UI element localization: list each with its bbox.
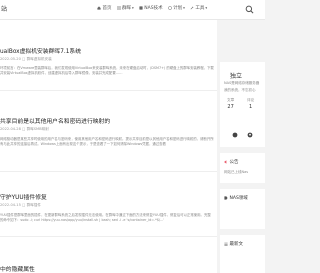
tools-icon [190,6,194,10]
tag-icon [224,196,228,200]
post-card: 中的隐藏属性 [0,237,217,273]
main-nav: 首页 群晖 ▾ NAS技术 计划 ▾ 工具 ▾ [97,5,212,11]
grid-icon [116,6,121,10]
nas-icon [139,6,143,10]
latest-title-text: 最新文 [229,242,244,247]
post-excerpt: YUU插件是群晖里面的插件，在更新群晖系统之后发现插件无法使用。在群晖中通过下面… [0,213,211,223]
post-title[interactable]: 中的隐藏属性 [0,264,35,273]
post-title[interactable]: 共享目前是以其他用户名和密码进行映射的 [0,116,110,125]
notice-title-text: 公告 [229,160,239,165]
latest-card: 最新文 [220,235,265,273]
profile-desc: NAS是网络存储服务器 [224,81,260,85]
nav-item-nas[interactable]: NAS技术 [139,5,163,11]
post-meta: 2022-04-28 □ 群晖SMB映射 [0,127,49,131]
nav-item-label: 计划 [173,6,183,11]
nav-item-synology[interactable]: 群晖 ▾ [116,5,134,11]
nav-item-label: 首页 [102,6,112,11]
post-excerpt: 环境前言：在Vmware里装群晖后，我们发现使用VirtualBox来安装群晖系… [0,66,214,76]
latest-title: 最新文 [224,241,243,247]
qq-icon[interactable] [232,132,238,138]
github-icon[interactable] [247,132,253,138]
tags-card: NAS领域 [220,189,265,229]
post-card: 共享目前是以其他用户名和密码进行映射的 2022-04-28 □ 群晖SMB映射… [0,91,217,171]
top-navbar: 站 首页 群晖 ▾ NAS技术 计划 ▾ 工具 ▾ [0,0,265,20]
site-logo[interactable]: 站 [1,4,7,13]
profile-card: 独立 NAS是网络存储服务器 我的系统，不忘初心 文章 27 评论 1 [220,62,265,147]
post-title[interactable]: 守护YUU插件修复 [0,192,47,201]
chevron-down-icon: ▾ [132,6,134,10]
profile-desc: 我的系统，不忘初心 [224,88,256,92]
chevron-down-icon: ▾ [205,6,208,10]
notice-title: 公告 [224,159,239,165]
post-card: 守护YUU插件修复 2022-04-15 □ 群晖插件 YUU插件是群晖里面的插… [0,172,217,236]
nav-item-label: 群晖 [122,6,131,11]
post-meta: 2022-04-15 □ 群晖插件 [0,203,41,207]
stat-value: 27 [227,104,234,110]
post-title[interactable]: ualBox虚拟机安装群晖7.1系统 [0,46,81,55]
profile-name: 独立 [230,73,243,80]
chevron-down-icon: ▾ [183,6,185,10]
tags-title-text: NAS领域 [229,196,248,201]
tags-title: NAS领域 [224,195,248,201]
stat-posts[interactable]: 文章 27 [227,98,234,110]
notice-text: 网站已上线Nas [224,170,249,174]
post-excerpt: 网络驱动器是某些共享时使用的用户名与密码来，使用其他用户名和密码进行映射。提示共… [0,137,214,147]
post-meta: 2022-05-20 □ 群晖虚拟机安装 [0,57,52,61]
nav-item-label: 工具 [195,6,205,11]
stat-label: 文章 [227,98,235,102]
nav-item-home[interactable]: 首页 [97,5,112,11]
home-icon [97,6,101,10]
compass-icon [167,6,172,10]
notice-card: 公告 网站已上线Nas [220,153,265,183]
stat-comments[interactable]: 评论 1 [247,98,254,110]
post-card: ualBox虚拟机安装群晖7.1系统 2022-05-20 □ 群晖虚拟机安装 … [0,20,217,90]
nav-item-tools[interactable]: 工具 ▾ [190,5,207,11]
bullhorn-icon [224,160,227,164]
stat-label: 评论 [247,98,255,102]
list-icon [224,242,228,246]
nav-item-label: NAS技术 [144,6,163,11]
nav-item-plan[interactable]: 计划 ▾ [167,5,185,11]
stat-value: 1 [249,104,253,110]
search-icon[interactable] [245,5,254,14]
